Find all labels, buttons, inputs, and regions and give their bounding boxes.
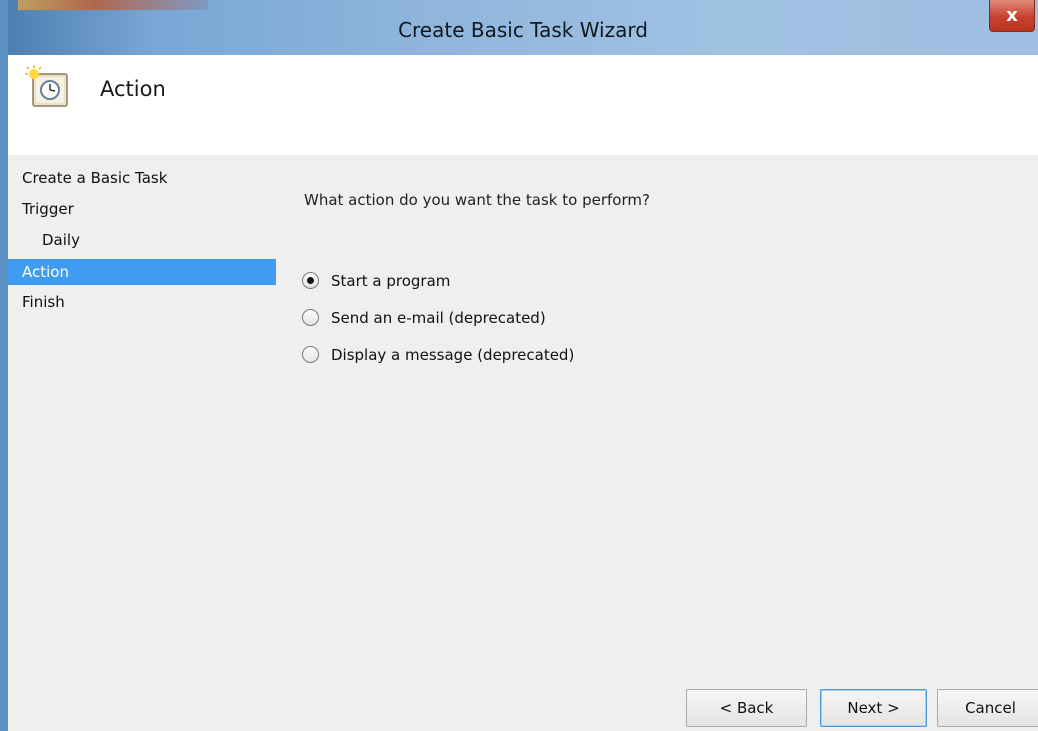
action-question: What action do you want the task to perf… — [304, 191, 650, 209]
nav-item-action[interactable]: Action — [8, 259, 276, 285]
nav-item-trigger[interactable]: Trigger — [8, 194, 276, 225]
radio-button-send-email[interactable] — [302, 309, 319, 326]
wizard-steps-nav: Create a Basic Task Trigger Daily Action… — [8, 163, 283, 318]
option-label: Send an e-mail (deprecated) — [331, 308, 546, 327]
option-send-email[interactable]: Send an e-mail (deprecated) — [302, 299, 574, 336]
nav-item-daily[interactable]: Daily — [8, 225, 276, 256]
title-bar[interactable]: Create Basic Task Wizard x — [8, 0, 1038, 55]
radio-button-display-message[interactable] — [302, 346, 319, 363]
option-label: Display a message (deprecated) — [331, 345, 575, 364]
nav-item-finish[interactable]: Finish — [8, 287, 276, 318]
close-icon: x — [1006, 5, 1018, 26]
page-title: Action — [100, 77, 166, 101]
cancel-button[interactable]: Cancel — [937, 689, 1038, 727]
wizard-header: Action — [8, 55, 1038, 155]
close-button[interactable]: x — [989, 0, 1035, 32]
radio-button-start-program[interactable] — [302, 272, 319, 289]
wizard-window: Create Basic Task Wizard x Action Create… — [0, 0, 1038, 731]
option-display-message[interactable]: Display a message (deprecated) — [302, 336, 574, 373]
back-button[interactable]: < Back — [686, 689, 807, 727]
option-start-program[interactable]: Start a program — [302, 262, 574, 299]
action-radio-group: Start a program Send an e-mail (deprecat… — [302, 262, 574, 373]
next-button[interactable]: Next > — [820, 689, 927, 727]
option-label: Start a program — [331, 271, 451, 290]
task-scheduler-clock-icon — [25, 65, 68, 107]
title-bar-decoration — [18, 0, 208, 10]
nav-item-create-basic-task[interactable]: Create a Basic Task — [8, 163, 276, 194]
window-title: Create Basic Task Wizard — [398, 18, 648, 42]
